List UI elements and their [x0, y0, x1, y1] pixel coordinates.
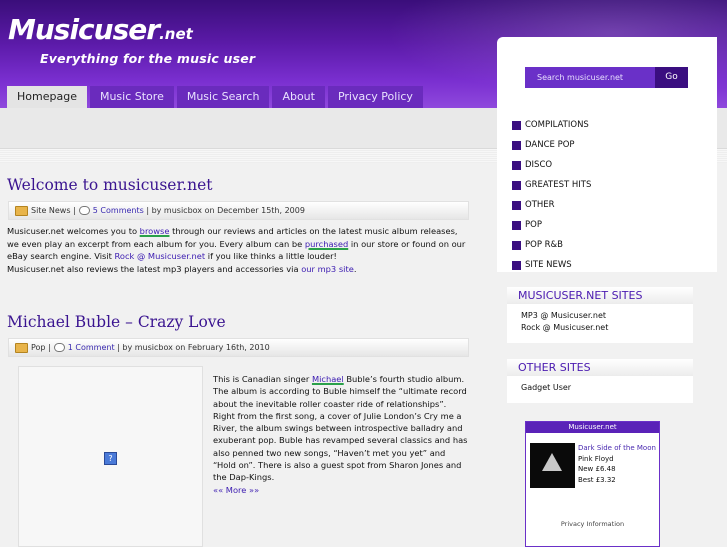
michael-link[interactable]: Michael — [312, 374, 344, 384]
category-item[interactable]: POP — [512, 215, 591, 235]
post-category[interactable]: Site News — [31, 206, 71, 215]
square-bullet-icon — [512, 200, 521, 210]
rock-musicuser-link[interactable]: Rock @ Musicuser.net — [115, 251, 206, 261]
category-list: COMPILATIONS DANCE POP DISCO GREATEST HI… — [512, 115, 591, 275]
category-item[interactable]: COMPILATIONS — [512, 115, 591, 135]
category-item[interactable]: OTHER — [512, 195, 591, 215]
post-title[interactable]: Michael Buble – Crazy Love — [7, 313, 226, 331]
site-logo[interactable]: Musicuser.net — [8, 16, 193, 48]
widget-link[interactable]: Rock @ Musicuser.net — [521, 322, 693, 334]
nav-homepage[interactable]: Homepage — [7, 86, 87, 108]
category-item[interactable]: GREATEST HITS — [512, 175, 591, 195]
search-input[interactable]: Search musicuser.net — [525, 67, 655, 88]
folder-icon — [15, 342, 28, 353]
folder-icon — [15, 205, 28, 216]
ad-artist: Pink Floyd — [578, 454, 614, 463]
browse-link[interactable]: browse — [140, 226, 170, 236]
sidebar: Search musicuser.net Go COMPILATIONS DAN… — [497, 37, 727, 547]
square-bullet-icon — [512, 140, 521, 150]
post-byline: | by musicbox on February 16th, 2010 — [117, 343, 270, 352]
square-bullet-icon — [512, 260, 521, 270]
nav-privacy-policy[interactable]: Privacy Policy — [327, 86, 423, 108]
widget-title: OTHER SITES — [507, 359, 693, 376]
ad-privacy-link[interactable]: Privacy Information — [526, 520, 659, 528]
post-meta: Pop | 1 Comment | by musicbox on February… — [8, 338, 469, 357]
widget-link[interactable]: Gadget User — [521, 382, 693, 394]
search-go-button[interactable]: Go — [655, 67, 688, 88]
purchased-link[interactable]: purchased — [305, 239, 348, 249]
nav-music-search[interactable]: Music Search — [176, 86, 270, 108]
category-item[interactable]: SITE NEWS — [512, 255, 591, 275]
post-meta: Site News | 5 Comments | by musicbox on D… — [8, 201, 469, 220]
square-bullet-icon — [512, 180, 521, 190]
site-tagline: Everything for the music user — [40, 51, 256, 66]
sidebar-top-box: Search musicuser.net Go COMPILATIONS DAN… — [497, 37, 717, 272]
broken-image-icon: ? — [104, 452, 117, 465]
square-bullet-icon — [512, 160, 521, 170]
ad-album-title[interactable]: Dark Side of the Moon — [578, 443, 656, 454]
album-cover[interactable] — [530, 443, 575, 488]
square-bullet-icon — [512, 120, 521, 130]
post-byline: | by musicbox on December 15th, 2009 — [146, 206, 305, 215]
ad-header: Musicuser.net — [526, 422, 659, 433]
post-title[interactable]: Welcome to musicuser.net — [7, 176, 213, 194]
square-bullet-icon — [512, 240, 521, 250]
mp3-site-link[interactable]: our mp3 site — [301, 264, 354, 274]
category-item[interactable]: DANCE POP — [512, 135, 591, 155]
main-nav: Homepage Music Store Music Search About … — [7, 86, 423, 108]
widget-link[interactable]: MP3 @ Musicuser.net — [521, 310, 693, 322]
category-item[interactable]: POP R&B — [512, 235, 591, 255]
post-body: This is Canadian singer Michael Buble’s … — [213, 374, 468, 495]
post-comments-link[interactable]: 1 Comment — [68, 343, 115, 352]
category-item[interactable]: DISCO — [512, 155, 591, 175]
square-bullet-icon — [512, 220, 521, 230]
ad-price-new: New £6.48 — [578, 465, 616, 473]
amazon-ad-widget: Musicuser.net Dark Side of the Moon Pink… — [525, 421, 660, 547]
post-body: Musicuser.net welcomes you to browse thr… — [7, 226, 466, 274]
widget-musicuser-sites: MUSICUSER.NET SITES MP3 @ Musicuser.net … — [507, 287, 693, 343]
comment-icon — [53, 343, 65, 352]
widget-title: MUSICUSER.NET SITES — [507, 287, 693, 304]
post-comments-link[interactable]: 5 Comments — [93, 206, 144, 215]
nav-music-store[interactable]: Music Store — [89, 86, 174, 108]
post-category[interactable]: Pop — [31, 343, 46, 352]
widget-other-sites: OTHER SITES Gadget User — [507, 359, 693, 403]
ad-price-best: Best £3.32 — [578, 475, 616, 484]
nav-about[interactable]: About — [272, 86, 325, 108]
more-link[interactable]: «« More »» — [213, 485, 259, 495]
comment-icon — [78, 206, 90, 215]
